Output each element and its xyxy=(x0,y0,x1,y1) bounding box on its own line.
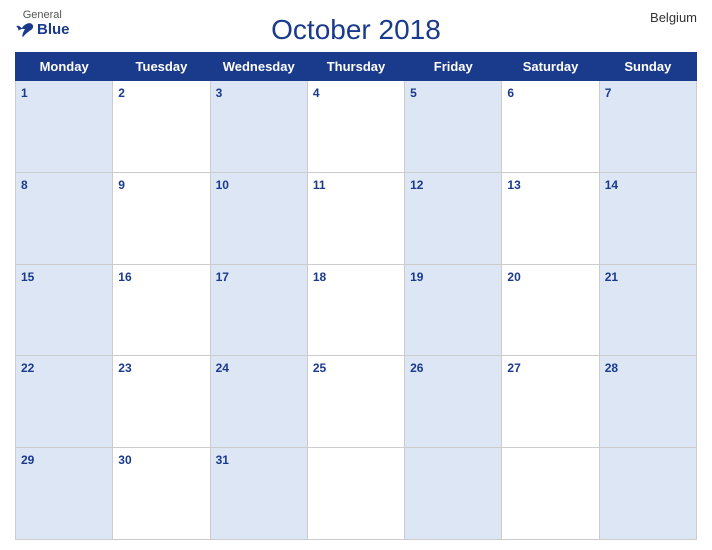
logo-general-text: General xyxy=(23,10,62,21)
calendar-day-cell: 18 xyxy=(307,264,404,356)
calendar-day-cell: 9 xyxy=(113,172,210,264)
day-number: 24 xyxy=(216,361,229,375)
calendar-day-cell xyxy=(307,448,404,540)
calendar-day-cell xyxy=(599,448,696,540)
calendar-day-cell: 20 xyxy=(502,264,599,356)
day-number: 21 xyxy=(605,270,618,284)
day-number: 28 xyxy=(605,361,618,375)
calendar-day-cell: 30 xyxy=(113,448,210,540)
calendar-day-cell: 16 xyxy=(113,264,210,356)
calendar-day-cell xyxy=(405,448,502,540)
calendar-day-cell: 26 xyxy=(405,356,502,448)
calendar-day-cell: 5 xyxy=(405,81,502,173)
calendar-day-cell: 22 xyxy=(16,356,113,448)
calendar-week-row: 8 9 10 11 12 13 14 xyxy=(16,172,697,264)
calendar-day-cell: 21 xyxy=(599,264,696,356)
day-number: 13 xyxy=(507,178,520,192)
weekday-header-row: MondayTuesdayWednesdayThursdayFridaySatu… xyxy=(16,53,697,81)
day-number: 15 xyxy=(21,270,34,284)
day-number: 7 xyxy=(605,86,612,100)
logo-bird-icon xyxy=(15,22,35,38)
day-number: 22 xyxy=(21,361,34,375)
weekday-header-tuesday: Tuesday xyxy=(113,53,210,81)
calendar-table: MondayTuesdayWednesdayThursdayFridaySatu… xyxy=(15,52,697,540)
day-number: 27 xyxy=(507,361,520,375)
day-number: 10 xyxy=(216,178,229,192)
logo: General Blue xyxy=(15,10,70,38)
calendar-day-cell: 10 xyxy=(210,172,307,264)
calendar-header: General Blue October 2018 Belgium xyxy=(15,10,697,46)
calendar-week-row: 1 2 3 4 5 6 7 xyxy=(16,81,697,173)
calendar-week-row: 22 23 24 25 26 27 28 xyxy=(16,356,697,448)
calendar-day-cell xyxy=(502,448,599,540)
calendar-day-cell: 25 xyxy=(307,356,404,448)
day-number: 4 xyxy=(313,86,320,100)
weekday-header-friday: Friday xyxy=(405,53,502,81)
calendar-day-cell: 31 xyxy=(210,448,307,540)
calendar-day-cell: 15 xyxy=(16,264,113,356)
calendar-day-cell: 27 xyxy=(502,356,599,448)
weekday-header-wednesday: Wednesday xyxy=(210,53,307,81)
title-block: October 2018 xyxy=(271,14,441,46)
logo-blue-text: Blue xyxy=(15,21,70,38)
weekday-header-sunday: Sunday xyxy=(599,53,696,81)
calendar-day-cell: 14 xyxy=(599,172,696,264)
calendar-title: October 2018 xyxy=(271,14,441,46)
day-number: 17 xyxy=(216,270,229,284)
day-number: 20 xyxy=(507,270,520,284)
country-label: Belgium xyxy=(650,10,697,25)
day-number: 1 xyxy=(21,86,28,100)
calendar-day-cell: 4 xyxy=(307,81,404,173)
day-number: 12 xyxy=(410,178,423,192)
calendar-day-cell: 8 xyxy=(16,172,113,264)
calendar-day-cell: 11 xyxy=(307,172,404,264)
day-number: 9 xyxy=(118,178,125,192)
day-number: 25 xyxy=(313,361,326,375)
day-number: 29 xyxy=(21,453,34,467)
weekday-header-saturday: Saturday xyxy=(502,53,599,81)
day-number: 31 xyxy=(216,453,229,467)
day-number: 11 xyxy=(313,178,326,192)
calendar-day-cell: 29 xyxy=(16,448,113,540)
calendar-day-cell: 17 xyxy=(210,264,307,356)
calendar-week-row: 29 30 31 xyxy=(16,448,697,540)
calendar-day-cell: 7 xyxy=(599,81,696,173)
day-number: 6 xyxy=(507,86,514,100)
day-number: 2 xyxy=(118,86,125,100)
calendar-day-cell: 13 xyxy=(502,172,599,264)
day-number: 26 xyxy=(410,361,423,375)
calendar-day-cell: 24 xyxy=(210,356,307,448)
calendar-day-cell: 23 xyxy=(113,356,210,448)
calendar-day-cell: 2 xyxy=(113,81,210,173)
calendar-day-cell: 28 xyxy=(599,356,696,448)
calendar-week-row: 15 16 17 18 19 20 21 xyxy=(16,264,697,356)
day-number: 30 xyxy=(118,453,131,467)
day-number: 23 xyxy=(118,361,131,375)
calendar-day-cell: 3 xyxy=(210,81,307,173)
calendar-day-cell: 12 xyxy=(405,172,502,264)
calendar-day-cell: 6 xyxy=(502,81,599,173)
day-number: 3 xyxy=(216,86,223,100)
calendar-day-cell: 1 xyxy=(16,81,113,173)
weekday-header-monday: Monday xyxy=(16,53,113,81)
day-number: 5 xyxy=(410,86,417,100)
day-number: 16 xyxy=(118,270,131,284)
day-number: 19 xyxy=(410,270,423,284)
day-number: 14 xyxy=(605,178,618,192)
day-number: 8 xyxy=(21,178,28,192)
weekday-header-thursday: Thursday xyxy=(307,53,404,81)
calendar-day-cell: 19 xyxy=(405,264,502,356)
day-number: 18 xyxy=(313,270,326,284)
